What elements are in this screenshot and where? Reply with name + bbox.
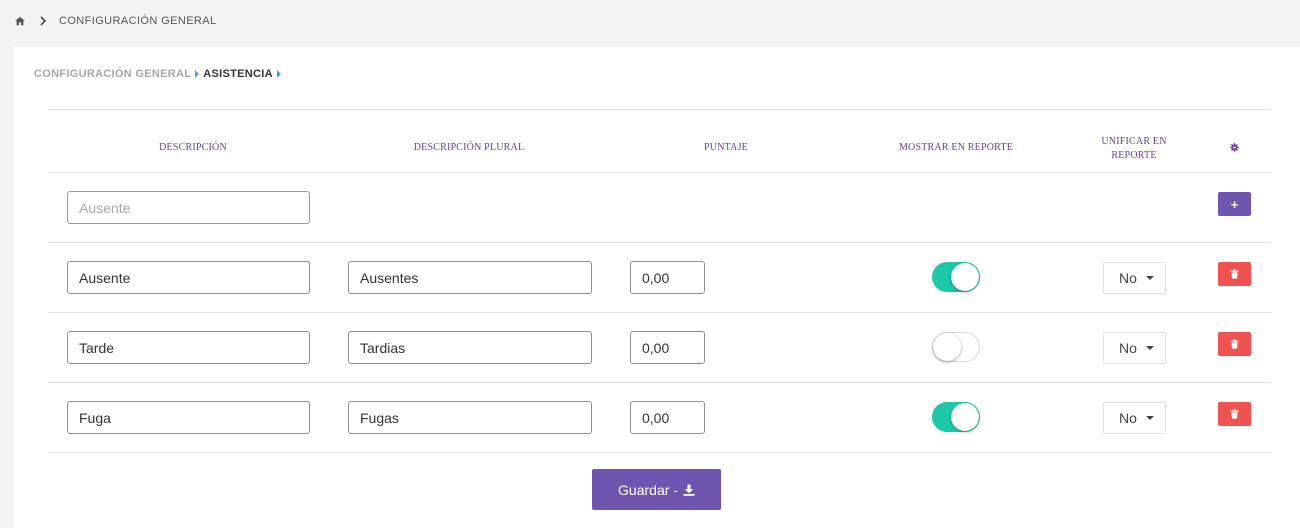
breadcrumb-separator-icon	[195, 70, 200, 78]
main-panel: CONFIGURACIÓN GENERAL ASISTENCIA DESCRIP…	[14, 47, 1300, 528]
caret-down-icon	[1145, 276, 1154, 280]
header-unificar-line2: REPORTE	[1111, 150, 1157, 161]
descripcion-input[interactable]: Tarde	[67, 331, 310, 364]
trash-icon	[1230, 409, 1239, 419]
toggle-knob	[951, 263, 979, 291]
header-puntaje: PUNTAJE	[704, 142, 748, 153]
trash-icon	[1230, 269, 1239, 279]
save-button-label: Guardar -	[618, 481, 678, 498]
home-icon[interactable]	[15, 16, 25, 26]
delete-row-button[interactable]	[1218, 332, 1251, 356]
add-row-button[interactable]: +	[1218, 192, 1251, 216]
save-button[interactable]: Guardar -	[592, 469, 721, 510]
delete-row-button[interactable]	[1218, 402, 1251, 426]
unificar-select-value: No	[1119, 410, 1137, 426]
caret-down-icon	[1145, 416, 1154, 420]
divider	[48, 109, 1271, 110]
descripcion-input[interactable]: Fuga	[67, 401, 310, 434]
breadcrumb-item-general[interactable]: CONFIGURACIÓN GENERAL	[34, 68, 191, 80]
mostrar-en-reporte-toggle[interactable]	[932, 262, 980, 292]
unificar-select-value: No	[1119, 340, 1137, 356]
puntaje-input[interactable]: 0,00	[630, 261, 705, 294]
toggle-knob	[951, 403, 979, 431]
mostrar-en-reporte-toggle[interactable]	[932, 332, 980, 362]
toggle-knob	[933, 333, 961, 361]
section-breadcrumb: CONFIGURACIÓN GENERAL ASISTENCIA	[34, 68, 285, 80]
mostrar-en-reporte-toggle[interactable]	[932, 402, 980, 432]
unificar-select[interactable]: No	[1103, 332, 1166, 364]
gear-icon[interactable]	[1230, 143, 1239, 152]
top-breadcrumb-label[interactable]: CONFIGURACIÓN GENERAL	[59, 15, 217, 27]
divider	[48, 382, 1271, 383]
descripcion-plural-input[interactable]: Fugas	[348, 401, 592, 434]
divider	[48, 452, 1271, 453]
descripcion-plural-input[interactable]: Tardias	[348, 331, 592, 364]
trash-icon	[1230, 339, 1239, 349]
divider	[48, 172, 1271, 173]
top-breadcrumb-bar: CONFIGURACIÓN GENERAL	[0, 0, 1300, 42]
header-mostrar-en-reporte: MOSTRAR EN REPORTE	[898, 142, 1014, 153]
delete-row-button[interactable]	[1218, 262, 1251, 286]
descripcion-plural-input[interactable]: Ausentes	[348, 261, 592, 294]
puntaje-input[interactable]: 0,00	[630, 331, 705, 364]
header-descripcion: DESCRIPCIÓN	[159, 142, 227, 153]
caret-down-icon	[1145, 346, 1154, 350]
breadcrumb-separator-icon	[276, 70, 281, 78]
chevron-right-icon	[40, 16, 47, 26]
descripcion-input[interactable]: Ausente	[67, 261, 310, 294]
header-descripcion-plural: DESCRIPCIÓN PLURAL	[413, 142, 525, 153]
header-unificar-line1: UNIFICAR EN	[1101, 136, 1167, 147]
unificar-select[interactable]: No	[1103, 262, 1166, 294]
divider	[48, 242, 1271, 243]
divider	[48, 312, 1271, 313]
new-descripcion-input[interactable]: Ausente	[67, 191, 310, 224]
download-icon	[683, 484, 695, 496]
header-unificar-en-reporte: UNIFICAR EN REPORTE	[1084, 137, 1184, 161]
unificar-select[interactable]: No	[1103, 402, 1166, 434]
breadcrumb-item-asistencia: ASISTENCIA	[203, 68, 273, 80]
puntaje-input[interactable]: 0,00	[630, 401, 705, 434]
unificar-select-value: No	[1119, 270, 1137, 286]
